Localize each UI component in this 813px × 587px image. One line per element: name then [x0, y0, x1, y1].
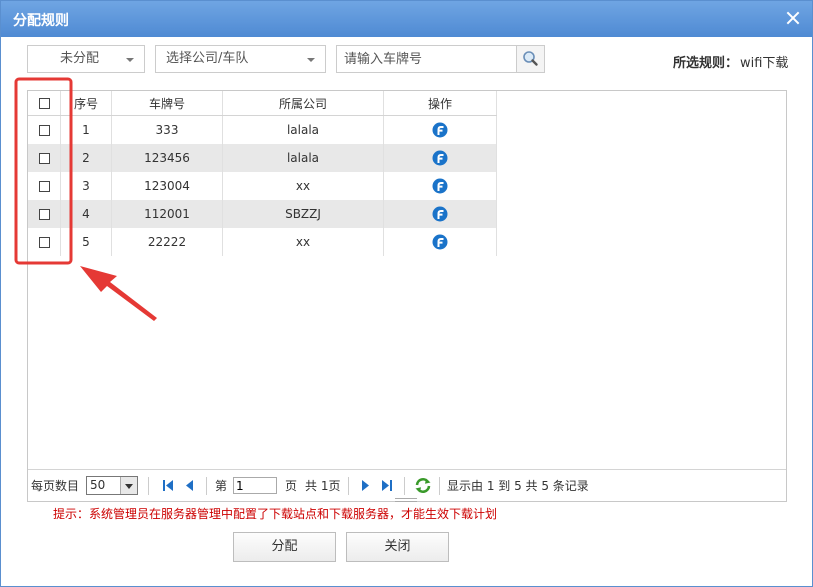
header-action: 操作 — [383, 91, 497, 116]
refresh-icon[interactable] — [414, 477, 432, 494]
row-plate: 333 — [111, 115, 223, 144]
assign-action-icon[interactable] — [432, 122, 448, 138]
prev-page-icon[interactable] — [184, 479, 194, 492]
row-checkbox[interactable] — [38, 153, 50, 164]
record-summary: 显示由 1 到 5 共 5 条记录 — [447, 479, 589, 493]
plate-search-input[interactable] — [336, 45, 517, 73]
row-checkbox[interactable] — [38, 181, 50, 192]
row-index: 4 — [60, 200, 112, 228]
chevron-down-icon — [307, 58, 315, 62]
assign-button[interactable]: 分配 — [233, 532, 336, 562]
row-plate: 123004 — [111, 172, 223, 200]
pager-divider — [404, 477, 405, 495]
row-company: xx — [222, 228, 384, 256]
page-size-value: 50 — [90, 478, 106, 492]
header-plate: 车牌号 — [111, 91, 223, 116]
pager-divider — [348, 477, 349, 495]
search-button[interactable] — [516, 45, 545, 73]
hint-text: 提示：系统管理员在服务器管理中配置了下载站点和下载服务器，才能生效下载计划 — [53, 507, 498, 521]
row-plate: 22222 — [111, 228, 223, 256]
close-button[interactable]: 关闭 — [346, 532, 449, 562]
row-company: xx — [222, 172, 384, 200]
page-prefix: 第 — [215, 479, 228, 493]
row-company: lalala — [222, 144, 384, 172]
selected-rule-label: 所选规则： — [673, 56, 739, 71]
header-index: 序号 — [60, 91, 112, 116]
current-page-input[interactable] — [233, 477, 277, 494]
vehicle-grid: 序号 车牌号 所属公司 操作 1 333 lalala 2 123456 lal… — [27, 90, 787, 502]
assign-rule-dialog: 分配规则 未分配 选择公司/车队 所选规则： wifi下载 序号 车牌号 所属公… — [0, 0, 813, 587]
table-row: 3 123004 xx — [28, 172, 497, 200]
pager-divider — [206, 477, 207, 495]
vehicle-table: 序号 车牌号 所属公司 操作 1 333 lalala 2 123456 lal… — [28, 91, 497, 256]
page-suffix: 页 — [285, 479, 298, 493]
search-icon — [523, 51, 538, 66]
chevron-down-icon — [126, 58, 134, 62]
header-select-all-cell — [28, 91, 61, 116]
status-select-value: 未分配 — [60, 51, 100, 66]
pager-divider — [439, 477, 440, 495]
company-select-placeholder: 选择公司/车队 — [166, 51, 249, 66]
assign-action-icon[interactable] — [432, 234, 448, 250]
dialog-title: 分配规则 — [13, 13, 69, 29]
assign-action-icon[interactable] — [432, 150, 448, 166]
first-page-icon[interactable] — [162, 479, 174, 492]
row-plate: 123456 — [111, 144, 223, 172]
resize-handle[interactable] — [395, 498, 417, 503]
chevron-down-icon — [120, 477, 137, 494]
next-page-icon[interactable] — [361, 479, 371, 492]
row-company: SBZZJ — [222, 200, 384, 228]
table-header-row: 序号 车牌号 所属公司 操作 — [28, 91, 497, 116]
row-index: 2 — [60, 144, 112, 172]
row-company: lalala — [222, 115, 384, 144]
selected-rule-value: wifi下载 — [740, 56, 789, 71]
header-company: 所属公司 — [222, 91, 384, 116]
status-select[interactable]: 未分配 — [27, 45, 145, 73]
row-checkbox[interactable] — [38, 209, 50, 220]
table-row: 1 333 lalala — [28, 115, 497, 144]
row-index: 1 — [60, 115, 112, 144]
row-checkbox[interactable] — [38, 237, 50, 248]
table-row: 4 112001 SBZZJ — [28, 200, 497, 228]
assign-action-icon[interactable] — [432, 206, 448, 222]
row-index: 3 — [60, 172, 112, 200]
row-checkbox[interactable] — [38, 125, 50, 136]
page-size-select[interactable]: 50 — [86, 476, 138, 495]
dialog-titlebar: 分配规则 — [1, 1, 812, 37]
pager-divider — [148, 477, 149, 495]
table-row: 5 22222 xx — [28, 228, 497, 256]
select-all-checkbox[interactable] — [38, 98, 50, 109]
page-size-label: 每页数目 — [31, 479, 80, 493]
row-plate: 112001 — [111, 200, 223, 228]
row-index: 5 — [60, 228, 112, 256]
last-page-icon[interactable] — [381, 479, 393, 492]
assign-action-icon[interactable] — [432, 178, 448, 194]
company-select[interactable]: 选择公司/车队 — [155, 45, 326, 73]
total-pages: 共 1页 — [305, 479, 341, 493]
table-row: 2 123456 lalala — [28, 144, 497, 172]
close-icon[interactable] — [782, 7, 804, 29]
